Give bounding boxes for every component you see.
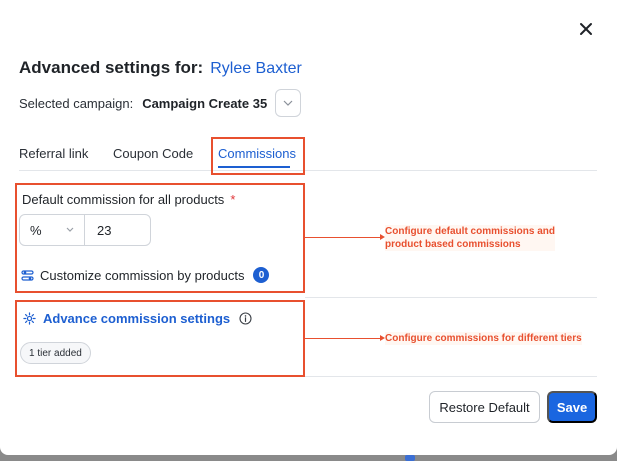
modal-title-prefix: Advanced settings for: bbox=[19, 58, 204, 77]
default-commission-label-text: Default commission for all products bbox=[22, 192, 225, 207]
restore-default-button[interactable]: Restore Default bbox=[429, 391, 540, 423]
annotation-default-line1: Configure default commissions and bbox=[385, 226, 556, 237]
required-mark: * bbox=[230, 192, 236, 207]
close-icon[interactable] bbox=[575, 18, 597, 40]
gear-icon bbox=[23, 312, 36, 325]
annotation-arrow bbox=[305, 237, 381, 238]
campaign-value: Campaign Create 35 bbox=[142, 95, 268, 111]
section-divider bbox=[305, 376, 597, 377]
default-commission-label: Default commission for all products * bbox=[22, 192, 235, 207]
highlight-box-tab bbox=[211, 137, 305, 175]
tab-coupon-code[interactable]: Coupon Code bbox=[113, 146, 193, 161]
advance-commission-label: Advance commission settings bbox=[43, 311, 231, 326]
selected-campaign-row: Selected campaign: Campaign Create 35 bbox=[19, 89, 302, 117]
annotation-arrow bbox=[305, 338, 381, 339]
tab-referral-link[interactable]: Referral link bbox=[19, 146, 88, 161]
affiliate-name-link[interactable]: Rylee Baxter bbox=[210, 60, 302, 78]
annotation-default-commissions: Configure default commissions and produc… bbox=[385, 225, 556, 251]
settings-tabs: Referral link Coupon Code Commissions bbox=[19, 136, 597, 171]
customize-commission-button[interactable]: Customize commission by products 0 bbox=[21, 267, 270, 283]
save-button[interactable]: Save bbox=[547, 391, 597, 423]
customize-count-badge: 0 bbox=[253, 267, 270, 283]
sliders-icon bbox=[21, 269, 34, 281]
chevron-down-icon bbox=[283, 100, 293, 106]
commission-unit-value: % bbox=[30, 222, 42, 238]
info-icon[interactable] bbox=[239, 312, 252, 325]
campaign-label: Selected campaign: bbox=[19, 95, 134, 111]
annotation-tiers: Configure commissions for different tier… bbox=[385, 332, 582, 345]
commission-unit-select[interactable]: % bbox=[19, 214, 85, 246]
advanced-settings-modal: Advanced settings for: Rylee Baxter Sele… bbox=[0, 0, 617, 455]
modal-title: Advanced settings for: Rylee Baxter bbox=[19, 58, 302, 78]
advance-commission-settings-link[interactable]: Advance commission settings bbox=[23, 311, 252, 326]
commission-amount-input[interactable] bbox=[84, 214, 151, 246]
annotation-default-line2: product based commissions bbox=[385, 239, 521, 250]
campaign-dropdown-button[interactable] bbox=[275, 89, 302, 117]
customize-commission-label: Customize commission by products bbox=[40, 267, 245, 283]
tiers-added-chip: 1 tier added bbox=[20, 342, 91, 364]
background-element bbox=[405, 455, 415, 461]
section-divider bbox=[305, 297, 597, 298]
chevron-down-icon bbox=[66, 227, 74, 232]
